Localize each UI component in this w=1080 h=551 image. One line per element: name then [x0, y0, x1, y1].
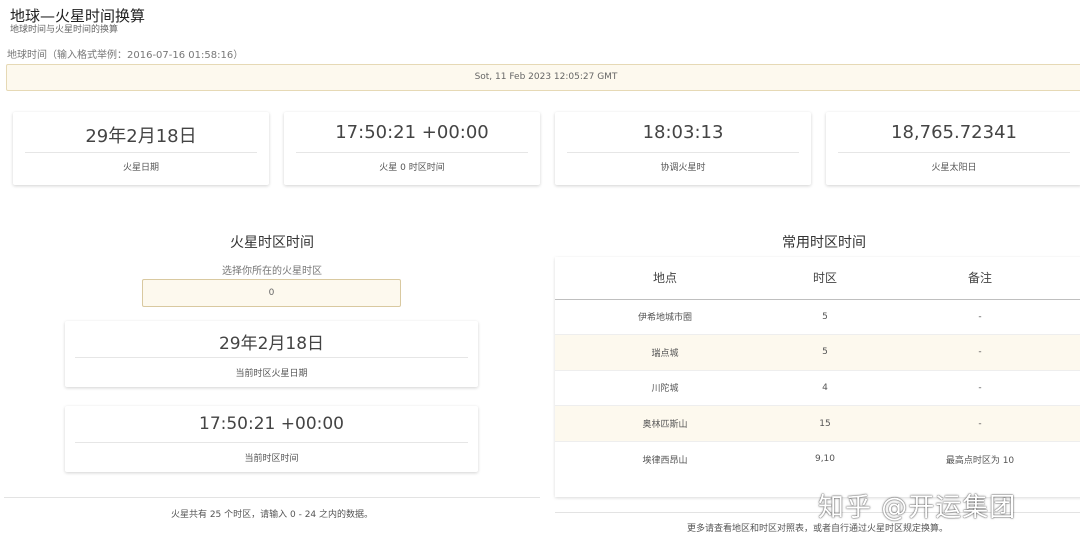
mars-sol-date-value: 18,765.72341: [838, 122, 1070, 153]
row-note: -: [875, 334, 1080, 371]
mars-date-label: 火星日期: [122, 163, 159, 173]
zone-time-value: 17:50:21 +00:00: [75, 414, 468, 443]
row-note: -: [875, 370, 1080, 407]
table-row: 瑞点城 5 -: [555, 334, 1080, 371]
coordinated-mars-time-value: 18:03:13: [567, 122, 799, 153]
row-place: 瑞点城: [555, 334, 775, 371]
zone-date-card: 29年2月18日 当前时区火星日期: [65, 321, 478, 387]
earth-time-input[interactable]: Sot, 11 Feb 2023 12:05:27 GMT: [6, 64, 1080, 91]
earth-time-label: 地球时间（输入格式举例：2016-07-16 01:58:16）: [7, 50, 244, 61]
mars-zero-time-card: 17:50:21 +00:00 火星 0 时区时间: [284, 112, 540, 185]
zone-time-caption: 当前时区时间: [244, 454, 299, 464]
row-zone: 5: [775, 334, 875, 371]
row-zone: 4: [775, 370, 875, 407]
table-header-row: 地点 时区 备注: [555, 257, 1080, 300]
row-place: 伊希地城市圈: [555, 299, 775, 336]
zone-date-value: 29年2月18日: [75, 329, 468, 358]
row-place: 奥林匹斯山: [555, 405, 775, 442]
common-zones-title: 常用时区时间: [782, 235, 866, 251]
mars-zero-time-label: 火星 0 时区时间: [379, 163, 445, 173]
zone-footnote: 火星共有 25 个时区，请输入 0 - 24 之内的数据。: [170, 510, 374, 520]
header-zone: 时区: [775, 257, 875, 300]
row-place: 埃律西昂山: [642, 455, 688, 466]
table-row: 川陀城 4 -: [555, 370, 1080, 407]
zone-select-label: 选择你所在的火星时区: [222, 266, 322, 277]
common-zones-panel: 地点 时区 备注 伊希地城市圈 5 - 瑞点城 5 - 川陀城 4 - 奥林匹斯…: [555, 257, 1080, 497]
left-divider: [4, 497, 540, 498]
row-note: -: [875, 405, 1080, 442]
header-place: 地点: [555, 257, 775, 300]
zone-date-caption: 当前时区火星日期: [235, 369, 308, 379]
table-row: 伊希地城市圈 5 -: [555, 299, 1080, 336]
mars-sol-date-label: 火星太阳日: [931, 163, 977, 173]
zone-input[interactable]: 0: [142, 279, 401, 307]
row-zone: 9,10: [814, 454, 836, 465]
mars-zone-title: 火星时区时间: [230, 235, 314, 251]
zone-time-card: 17:50:21 +00:00 当前时区时间: [65, 406, 478, 472]
row-place: 川陀城: [555, 370, 775, 407]
row-note: 最高点时区为 10: [945, 455, 1015, 466]
coordinated-mars-time-card: 18:03:13 协调火星时: [555, 112, 811, 185]
common-zones-table: 地点 时区 备注 伊希地城市圈 5 - 瑞点城 5 - 川陀城 4 - 奥林匹斯…: [555, 257, 1080, 477]
row-note: -: [875, 299, 1080, 336]
mars-zero-time-value: 17:50:21 +00:00: [296, 122, 528, 153]
watermark: 知乎 @开运集团: [818, 493, 1017, 523]
coordinated-mars-time-label: 协调火星时: [660, 163, 706, 173]
row-zone: 5: [775, 299, 875, 336]
mars-sol-date-card: 18,765.72341 火星太阳日: [826, 112, 1080, 185]
table-row: 奥林匹斯山 15 -: [555, 405, 1080, 442]
row-zone: 15: [775, 405, 875, 442]
page-subtitle: 地球时间与火星时间的换算: [10, 25, 119, 35]
mars-date-card: 29年2月18日 火星日期: [13, 112, 269, 185]
table-row: 埃律西昂山 9,10 最高点时区为 10: [555, 441, 1080, 477]
header-note: 备注: [875, 257, 1080, 300]
mars-date-value: 29年2月18日: [25, 122, 257, 153]
